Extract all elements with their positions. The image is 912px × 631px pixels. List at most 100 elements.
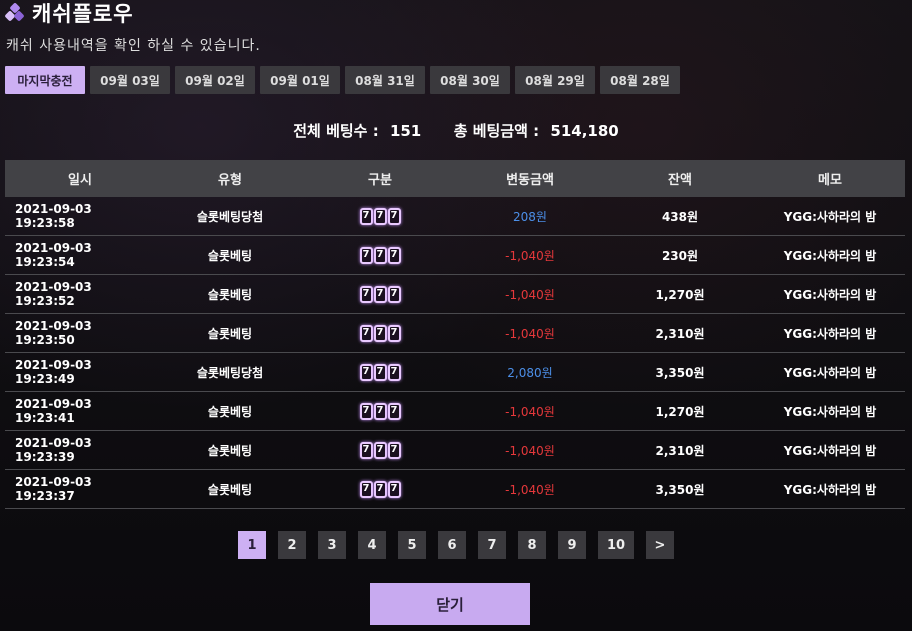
tab-7[interactable]: 08월 28일 [600,66,680,94]
column-header: 변동금액 [506,173,554,188]
row-memo: YGG:사하라의 밤 [783,404,877,419]
row-memo: YGG:사하라의 밤 [783,287,877,302]
row-amount: -1,040원 [505,287,555,302]
page-7-button[interactable]: 7 [478,531,506,559]
close-button[interactable]: 닫기 [370,583,530,625]
table-row: 2021-09-03 19:23:37 슬롯베팅 7 7 7 -1,040원 3,350원 Y… [5,470,905,509]
row-type: 슬롯베팅 [207,248,253,263]
column-header: 일시 [68,173,92,188]
slot-777-icon: 777 [359,285,401,303]
page-8-button[interactable]: 8 [518,531,546,559]
row-category: 777 [305,441,455,459]
page-2-button[interactable]: 2 [278,531,306,559]
page-9-button[interactable]: 9 [558,531,586,559]
row-type: 슬롯베팅 [207,326,253,341]
row-type: 슬롯베팅 [207,482,253,497]
slot-777-icon: 777 [359,480,401,498]
row-datetime: 2021-09-03 19:23:49 [15,358,92,386]
bet-total-label: 총 베팅금액 : [453,122,540,140]
row-amount: 2,080원 [507,365,553,380]
slot-777-icon: 777 [359,441,401,459]
table-row: 2021-09-03 19:23:39 슬롯베팅 7 7 7 -1,040원 2,310원 Y… [5,431,905,470]
row-amount: -1,040원 [505,404,555,419]
row-amount: -1,040원 [505,443,555,458]
page-3-button[interactable]: 3 [318,531,346,559]
pagination: 1 2 3 4 5 6 7 8 9 10 > [0,531,912,559]
slot-777-icon: 777 [359,363,401,381]
row-category: 777 [305,402,455,420]
row-datetime: 2021-09-03 19:23:37 [15,475,92,503]
row-datetime: 2021-09-03 19:23:52 [15,280,92,308]
page-5-button[interactable]: 5 [398,531,426,559]
row-amount: -1,040원 [505,482,555,497]
page-4-button[interactable]: 4 [358,531,386,559]
cube-logo-icon [4,2,25,22]
tab-3[interactable]: 09월 01일 [260,66,340,94]
row-balance: 230원 [661,248,699,263]
slot-777-icon: 777 [359,246,401,264]
column-header: 메모 [818,173,842,188]
page-10-button[interactable]: 10 [598,531,634,559]
row-balance: 3,350원 [655,482,705,497]
row-balance: 2,310원 [655,326,705,341]
table-row: 2021-09-03 19:23:41 슬롯베팅 7 7 7 -1,040원 1,270원 Y… [5,392,905,431]
row-balance: 3,350원 [655,365,705,380]
row-datetime: 2021-09-03 19:23:58 [15,202,92,230]
row-amount: 208원 [513,209,547,224]
tab-6[interactable]: 08월 29일 [515,66,595,94]
bet-count-value: 151 [389,122,422,140]
page-6-button[interactable]: 6 [438,531,466,559]
row-category: 777 [305,207,455,225]
bet-count-label: 전체 베팅수 : [293,122,379,140]
row-memo: YGG:사하라의 밤 [783,365,877,380]
column-header: 잔액 [668,173,692,188]
row-type: 슬롯베팅당첨 [196,365,264,380]
row-type: 슬롯베팅당첨 [196,209,264,224]
row-balance: 2,310원 [655,443,705,458]
table-row: 2021-09-03 19:23:50 슬롯베팅 7 7 7 -1,040원 2,310원 Y… [5,314,905,353]
date-tabs: 마지막충전 09월 03일 09월 02일 09월 01일 08월 31일 08월 30일… [5,66,680,94]
tab-0[interactable]: 마지막충전 [5,66,85,94]
page-1-button[interactable]: 1 [238,531,266,559]
table-row: 2021-09-03 19:23:52 슬롯베팅 7 7 7 -1,040원 1,270원 Y… [5,275,905,314]
next-page-button[interactable]: > [646,531,674,559]
row-balance: 1,270원 [655,287,705,302]
tab-5[interactable]: 08월 30일 [430,66,510,94]
page-subtitle: 캐쉬 사용내역을 확인 하실 수 있습니다. [6,38,261,54]
row-balance: 1,270원 [655,404,705,419]
row-amount: -1,040원 [505,326,555,341]
row-category: 777 [305,246,455,264]
slot-777-icon: 777 [359,324,401,342]
table-row: 2021-09-03 19:23:58 슬롯베팅당첨 7 7 7 208원 438원 YGG:… [5,197,905,236]
tab-1[interactable]: 09월 03일 [90,66,170,94]
column-header: 유형 [218,173,242,188]
column-header: 구분 [368,173,392,188]
cashflow-table: 일시 유형 구분 변동금액 잔액 메모 2021-09-03 19:23:58 슬롯베팅당첨… [5,160,905,509]
row-category: 777 [305,480,455,498]
row-memo: YGG:사하라의 밤 [783,209,877,224]
row-datetime: 2021-09-03 19:23:39 [15,436,92,464]
row-category: 777 [305,324,455,342]
row-type: 슬롯베팅 [207,443,253,458]
row-memo: YGG:사하라의 밤 [783,326,877,341]
row-memo: YGG:사하라의 밤 [783,482,877,497]
slot-777-icon: 777 [359,402,401,420]
table-row: 2021-09-03 19:23:49 슬롯베팅당첨 7 7 7 2,080원 3,350원… [5,353,905,392]
tab-4[interactable]: 08월 31일 [345,66,425,94]
bet-summary: 전체 베팅수 : 151 총 베팅금액 : 514,180 [0,120,912,141]
table-body: 2021-09-03 19:23:58 슬롯베팅당첨 7 7 7 208원 438원 YGG:… [5,197,905,509]
title-row: 캐쉬플로우 [4,0,134,26]
tab-2[interactable]: 09월 02일 [175,66,255,94]
row-datetime: 2021-09-03 19:23:41 [15,397,92,425]
cashflow-modal: 캐쉬플로우 캐쉬 사용내역을 확인 하실 수 있습니다. 마지막충전 09월 03… [0,0,912,631]
row-category: 777 [305,363,455,381]
row-type: 슬롯베팅 [207,287,253,302]
bet-total-value: 514,180 [550,122,619,140]
row-category: 777 [305,285,455,303]
row-datetime: 2021-09-03 19:23:50 [15,319,92,347]
table-row: 2021-09-03 19:23:54 슬롯베팅 7 7 7 -1,040원 230원 YGG… [5,236,905,275]
slot-777-icon: 777 [359,207,401,225]
row-memo: YGG:사하라의 밤 [783,443,877,458]
row-balance: 438원 [661,209,699,224]
row-type: 슬롯베팅 [207,404,253,419]
